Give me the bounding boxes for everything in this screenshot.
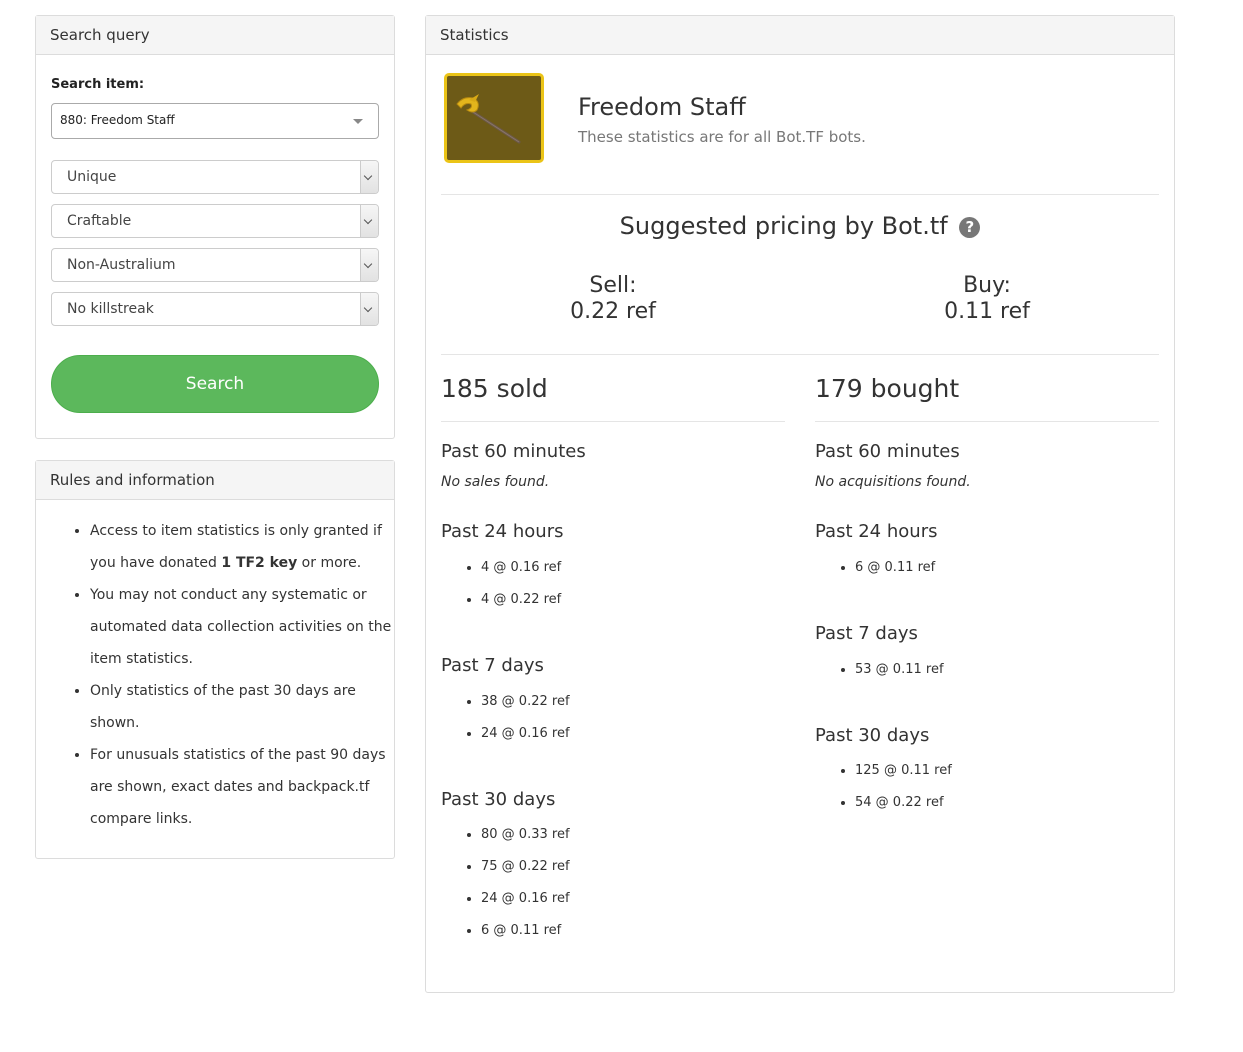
divider xyxy=(441,354,1159,355)
search-query-panel: Search query Search item: 880: Freedom S… xyxy=(35,15,395,439)
list-item: 38 @ 0.22 ref xyxy=(481,686,570,718)
list-item: 53 @ 0.11 ref xyxy=(855,654,944,686)
bought-past-24-label: Past 24 hours xyxy=(815,521,938,542)
rules-list: Access to item statistics is only grante… xyxy=(36,515,415,835)
list-item: 24 @ 0.16 ref xyxy=(481,883,570,915)
dropdown-arrow-icon xyxy=(353,119,363,124)
chevron-down-icon xyxy=(360,205,378,237)
sold-past-7-label: Past 7 days xyxy=(441,655,544,676)
rule-item: Only statistics of the past 30 days are … xyxy=(90,675,395,739)
bought-past-60-label: Past 60 minutes xyxy=(815,441,960,462)
quality-select[interactable]: Unique xyxy=(51,160,379,194)
divider xyxy=(441,421,785,422)
sold-count: 185 sold xyxy=(441,374,548,403)
buy-label: Buy: xyxy=(963,273,1011,298)
sell-price: Sell: 0.22 ref xyxy=(463,273,763,325)
sold-past-60-label: Past 60 minutes xyxy=(441,441,586,462)
chevron-down-icon xyxy=(360,249,378,281)
divider xyxy=(441,194,1159,195)
rules-heading: Rules and information xyxy=(36,461,394,500)
rules-panel: Rules and information Access to item sta… xyxy=(35,460,395,859)
craftable-select[interactable]: Craftable xyxy=(51,204,379,238)
list-item: 75 @ 0.22 ref xyxy=(481,851,570,883)
chevron-down-icon xyxy=(360,293,378,325)
sold-past-24-label: Past 24 hours xyxy=(441,521,564,542)
list-item: 4 @ 0.16 ref xyxy=(481,552,561,584)
statistics-heading: Statistics xyxy=(426,16,1174,55)
australium-select[interactable]: Non-Australium xyxy=(51,248,379,282)
bought-count: 179 bought xyxy=(815,374,960,403)
killstreak-value: No killstreak xyxy=(67,301,154,317)
rule-item: Access to item statistics is only grante… xyxy=(90,515,395,579)
search-button[interactable]: Search xyxy=(51,355,379,413)
australium-value: Non-Australium xyxy=(67,257,176,273)
suggested-pricing-text: Suggested pricing by Bot.tf xyxy=(619,212,948,240)
bought-past-30-label: Past 30 days xyxy=(815,725,930,746)
search-item-select[interactable]: 880: Freedom Staff xyxy=(51,103,379,139)
killstreak-select[interactable]: No killstreak xyxy=(51,292,379,326)
buy-value: 0.11 ref xyxy=(944,299,1030,324)
rule-text: or more. xyxy=(297,555,362,571)
buy-price: Buy: 0.11 ref xyxy=(837,273,1137,325)
bought-past-60-empty: No acquisitions found. xyxy=(815,474,971,490)
help-icon[interactable]: ? xyxy=(959,217,981,238)
list-item: 6 @ 0.11 ref xyxy=(855,552,935,584)
sold-past-7-list: 38 @ 0.22 ref 24 @ 0.16 ref xyxy=(441,686,570,750)
bought-past-24-list: 6 @ 0.11 ref xyxy=(815,552,935,584)
search-item-label: Search item: xyxy=(51,77,145,92)
list-item: 4 @ 0.22 ref xyxy=(481,584,561,616)
sold-past-30-list: 80 @ 0.33 ref 75 @ 0.22 ref 24 @ 0.16 re… xyxy=(441,819,570,947)
search-item-value: 880: Freedom Staff xyxy=(60,113,175,127)
sell-value: 0.22 ref xyxy=(570,299,656,324)
sold-past-60-empty: No sales found. xyxy=(441,474,550,490)
chevron-down-icon xyxy=(360,161,378,193)
bought-past-7-list: 53 @ 0.11 ref xyxy=(815,654,944,686)
list-item: 6 @ 0.11 ref xyxy=(481,915,570,947)
rule-item: For unusuals statistics of the past 90 d… xyxy=(90,739,395,835)
bought-past-7-label: Past 7 days xyxy=(815,623,918,644)
rule-bold-text: 1 TF2 key xyxy=(221,555,298,571)
sold-past-30-label: Past 30 days xyxy=(441,789,556,810)
list-item: 24 @ 0.16 ref xyxy=(481,718,570,750)
sell-label: Sell: xyxy=(589,273,637,298)
suggested-pricing-title: Suggested pricing by Bot.tf ? xyxy=(441,212,1159,240)
item-image xyxy=(444,73,544,163)
sold-past-24-list: 4 @ 0.16 ref 4 @ 0.22 ref xyxy=(441,552,561,616)
item-name: Freedom Staff xyxy=(578,93,746,121)
list-item: 125 @ 0.11 ref xyxy=(855,755,952,787)
item-subtitle: These statistics are for all Bot.TF bots… xyxy=(578,128,866,146)
quality-value: Unique xyxy=(67,169,117,185)
list-item: 54 @ 0.22 ref xyxy=(855,787,952,819)
statistics-panel: Statistics Freedom Staff These statistic… xyxy=(425,15,1175,993)
craftable-value: Craftable xyxy=(67,213,132,229)
list-item: 80 @ 0.33 ref xyxy=(481,819,570,851)
rule-item: You may not conduct any systematic or au… xyxy=(90,579,395,675)
bought-past-30-list: 125 @ 0.11 ref 54 @ 0.22 ref xyxy=(815,755,952,819)
staff-icon xyxy=(456,94,521,144)
divider xyxy=(815,421,1159,422)
search-query-heading: Search query xyxy=(36,16,394,55)
